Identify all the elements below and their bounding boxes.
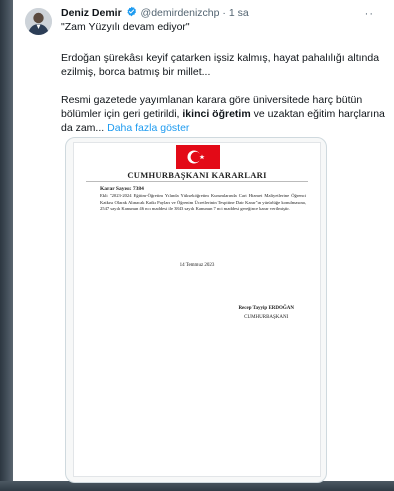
window-frame-left: [0, 0, 13, 491]
document-signature: Recep Tayyip ERDOĞAN CUMHURBAŞKANI: [238, 304, 294, 322]
decree-document-image: CUMHURBAŞKANI KARARLARI Karar Sayısı: 73…: [73, 142, 321, 477]
tweet-header: Deniz Demir @demirdenizchp · 1 sa ··: [61, 6, 378, 20]
tweet-time[interactable]: 1 sa: [229, 7, 249, 19]
document-title: CUMHURBAŞKANI KARARLARI: [127, 170, 267, 180]
tweet-paragraph-1: Erdoğan şürekâsı keyif çatarken işsiz ka…: [61, 52, 380, 78]
paragraph-2-bold: ikinci öğretim: [182, 108, 251, 120]
verified-badge-icon: [127, 6, 136, 17]
avatar[interactable]: [25, 8, 52, 35]
show-more-link[interactable]: Daha fazla göster: [107, 122, 189, 134]
avatar-image: [25, 8, 52, 35]
turkish-flag-icon: [176, 145, 220, 169]
author-name[interactable]: Deniz Demir: [61, 7, 122, 19]
tweet-body: Erdoğan şürekâsı keyif çatarken işsiz ka…: [61, 51, 390, 144]
document-divider: [86, 181, 308, 182]
document-date: 14 Temmuz 2023: [179, 263, 215, 268]
document-text: Ekli "2023-2024 Eğitim-Öğretim Yılında Y…: [100, 193, 306, 212]
signer-name: Recep Tayyip ERDOĞAN: [238, 306, 294, 311]
tweet-media[interactable]: CUMHURBAŞKANI KARARLARI Karar Sayısı: 73…: [65, 137, 327, 483]
tweet-quote: "Zam Yüzyılı devam ediyor": [61, 21, 190, 33]
tweet-paragraph-2: Resmi gazetede yayımlanan karara göre ün…: [61, 93, 390, 135]
signer-title: CUMHURBAŞKANI: [244, 315, 289, 320]
header-separator: ·: [222, 7, 226, 19]
more-icon[interactable]: ··: [365, 7, 374, 21]
tweet[interactable]: Deniz Demir @demirdenizchp · 1 sa ·· "Za…: [13, 0, 394, 483]
author-handle[interactable]: @demirdenizchp: [141, 7, 220, 19]
decision-number: Karar Sayısı: 7384: [100, 186, 144, 192]
